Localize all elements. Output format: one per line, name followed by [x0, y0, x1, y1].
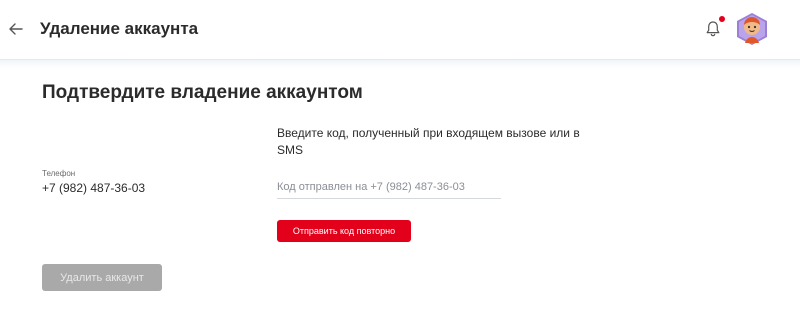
phone-label: Телефон: [42, 169, 76, 178]
back-arrow-icon[interactable]: [6, 17, 26, 41]
delete-account-button[interactable]: Удалить аккаунт: [42, 264, 162, 291]
page-title: Удаление аккаунта: [40, 19, 199, 38]
app-header: Удаление аккаунта: [0, 0, 800, 68]
notification-badge-dot: [719, 16, 725, 22]
resend-code-button[interactable]: Отправить код повторно: [277, 220, 411, 242]
code-instruction-text: Введите код, полученный при входящем выз…: [277, 126, 580, 157]
page-heading: Подтвердите владение аккаунтом: [42, 82, 363, 103]
user-avatar-icon[interactable]: [736, 12, 768, 46]
arrow-left-icon: [9, 23, 23, 35]
phone-value: +7 (982) 487-36-03: [42, 181, 146, 195]
verification-code-input[interactable]: [277, 176, 501, 199]
